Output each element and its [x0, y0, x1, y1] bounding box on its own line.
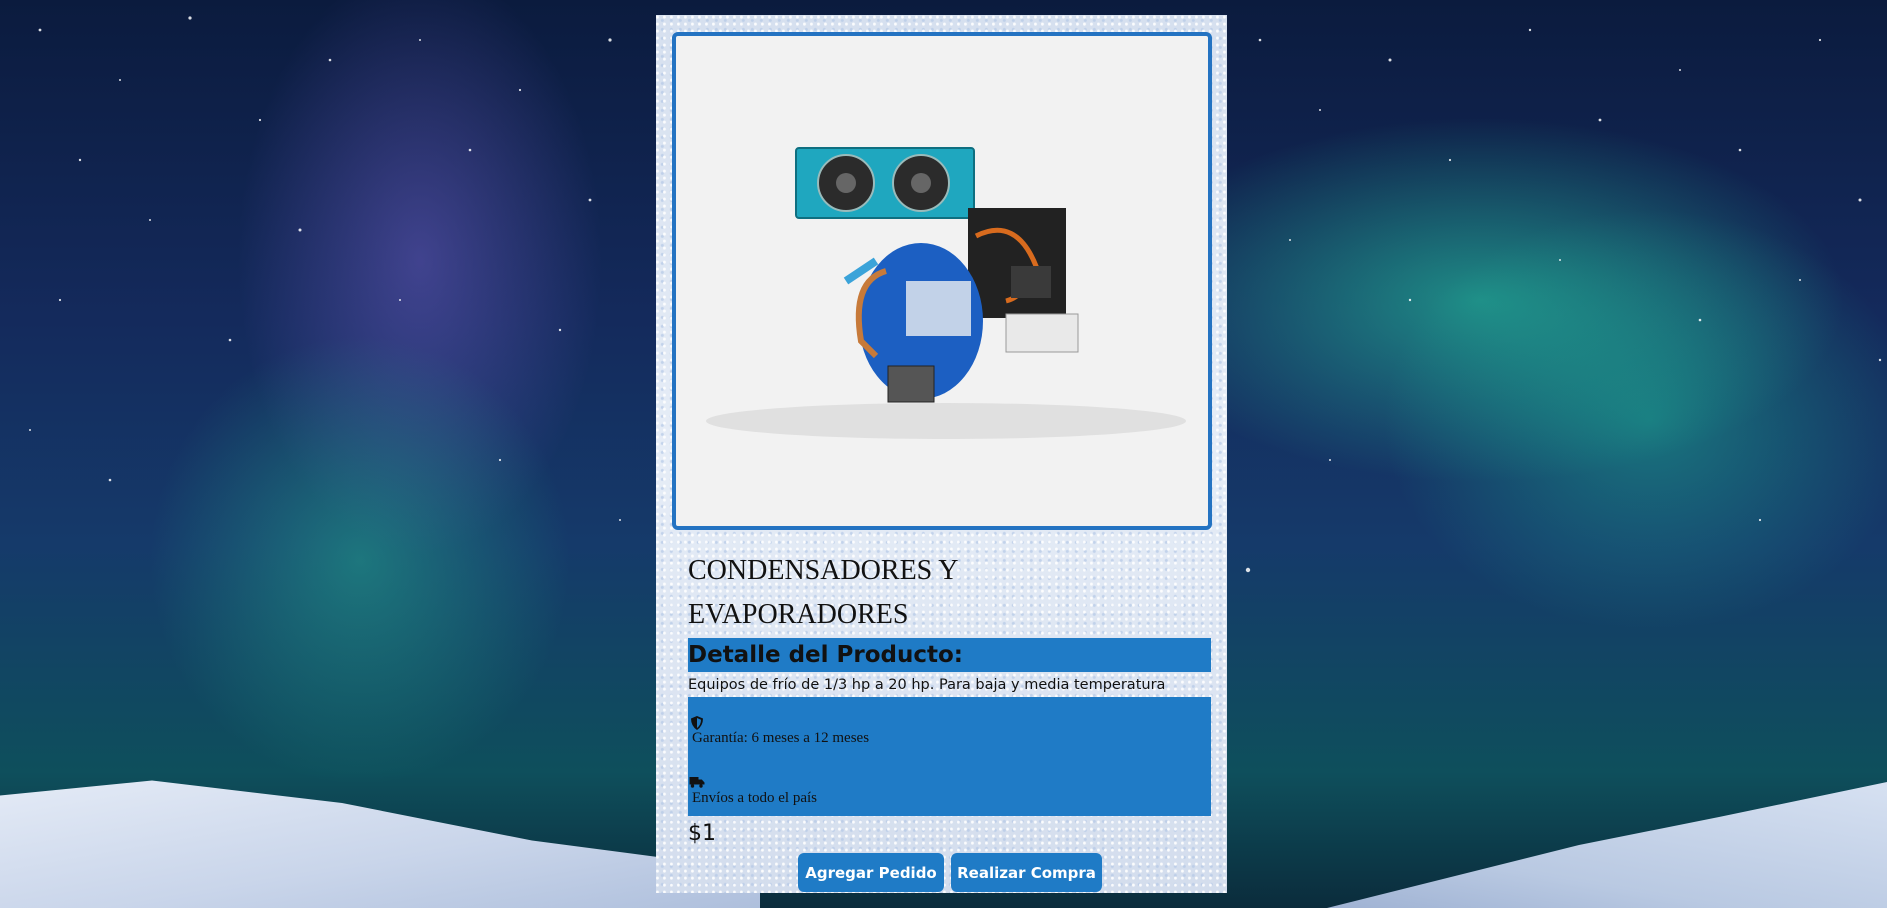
add-order-button[interactable]: Agregar Pedido [798, 853, 944, 892]
product-title-line1: CONDENSADORES Y [688, 555, 959, 586]
shield-icon [691, 716, 703, 730]
product-card: CONDENSADORES Y EVAPORADORES Detalle del… [656, 15, 1227, 893]
product-title-line2: EVAPORADORES [688, 599, 909, 630]
detail-heading: Detalle del Producto: [688, 638, 1211, 672]
product-description: Equipos de frío de 1/3 hp a 20 hp. Para … [688, 677, 1166, 693]
product-price: $1 [688, 821, 716, 846]
product-image-frame [672, 32, 1212, 530]
feature-shipping-text: Envíos a todo el país [692, 790, 817, 806]
buy-button[interactable]: Realizar Compra [951, 853, 1102, 892]
feature-warranty-text: Garantía: 6 meses a 12 meses [692, 730, 870, 746]
truck-icon [689, 777, 705, 788]
product-title: CONDENSADORES Y EVAPORADORES [688, 549, 1208, 637]
product-image [706, 147, 1186, 439]
features-box: Garantía: 6 meses a 12 meses Envíos a to… [688, 697, 1211, 816]
